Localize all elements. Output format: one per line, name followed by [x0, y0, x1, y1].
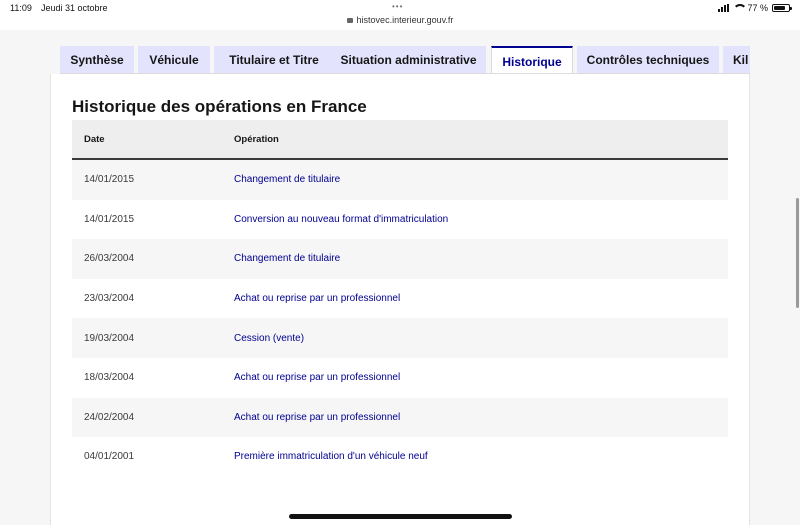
status-date: Jeudi 31 octobre — [41, 3, 108, 13]
home-indicator[interactable] — [289, 514, 512, 519]
tab-bar: Synthèse Véhicule Titulaire et Titre Sit… — [60, 46, 750, 74]
scrollbar[interactable] — [796, 198, 799, 308]
tab-kilometrage[interactable]: Kil — [723, 46, 750, 73]
lock-icon — [346, 18, 353, 23]
table-row: 26/03/2004 Changement de titulaire — [72, 239, 728, 279]
table-body: 14/01/2015 Changement de titulaire 14/01… — [72, 160, 728, 477]
row-date: 24/02/2004 — [84, 411, 135, 423]
wifi-icon — [733, 4, 748, 12]
battery-icon — [772, 4, 792, 12]
table-row: 18/03/2004 Achat ou reprise par un profe… — [72, 357, 728, 398]
table-row: 04/01/2001 Première immatriculation d'un… — [72, 437, 728, 477]
row-date: 14/01/2015 — [84, 174, 135, 186]
row-date: 23/03/2004 — [84, 293, 135, 305]
status-bar: 11:09 Jeudi 31 octobre ••• histovec.inte… — [0, 0, 800, 30]
table-row: 24/02/2004 Achat ou reprise par un profe… — [72, 397, 728, 438]
tab-controles-techniques[interactable]: Contrôles techniques — [577, 46, 719, 73]
row-date: 14/01/2015 — [84, 213, 135, 225]
page-title: Historique des opérations en France — [72, 97, 367, 116]
history-table: Date Opération 14/01/2015 Changement de … — [72, 120, 728, 477]
table-header: Date Opération — [72, 120, 728, 160]
table-row: 23/03/2004 Achat ou reprise par un profe… — [72, 278, 728, 319]
row-date: 04/01/2001 — [84, 451, 135, 463]
row-operation[interactable]: Conversion au nouveau format d'immatricu… — [222, 214, 728, 225]
row-date: 26/03/2004 — [84, 253, 135, 265]
header-operation: Opération — [234, 133, 279, 145]
address-bar[interactable]: histovec.interieur.gouv.fr — [0, 15, 800, 25]
battery-percent: 77 % — [747, 3, 768, 13]
row-operation[interactable]: Achat ou reprise par un professionnel — [222, 293, 728, 304]
row-operation[interactable]: Achat ou reprise par un professionnel — [222, 372, 728, 383]
tab-vehicule[interactable]: Véhicule — [138, 46, 210, 73]
row-date: 18/03/2004 — [84, 372, 135, 384]
table-row: 14/01/2015 Changement de titulaire — [72, 160, 728, 200]
more-dots-icon[interactable]: ••• — [392, 2, 403, 11]
status-indicators: 77 % — [718, 3, 792, 13]
tab-situation-administrative[interactable]: Situation administrative — [331, 46, 486, 73]
header-date: Date — [84, 133, 105, 145]
tab-historique[interactable]: Historique — [491, 46, 573, 73]
row-operation[interactable]: Achat ou reprise par un professionnel — [222, 412, 728, 423]
status-time: 11:09 — [10, 3, 32, 13]
row-operation[interactable]: Cession (vente) — [222, 333, 728, 344]
table-row: 19/03/2004 Cession (vente) — [72, 318, 728, 358]
row-operation[interactable]: Changement de titulaire — [222, 174, 728, 185]
address-url: histovec.interieur.gouv.fr — [356, 15, 454, 25]
row-operation[interactable]: Changement de titulaire — [222, 253, 728, 264]
row-date: 19/03/2004 — [84, 332, 135, 344]
cellular-signal-icon — [718, 4, 730, 12]
tab-titulaire-et-titre[interactable]: Titulaire et Titre — [214, 46, 334, 73]
table-row: 14/01/2015 Conversion au nouveau format … — [72, 199, 728, 240]
tab-synthese[interactable]: Synthèse — [60, 46, 134, 73]
row-operation[interactable]: Première immatriculation d'un véhicule n… — [222, 451, 728, 462]
